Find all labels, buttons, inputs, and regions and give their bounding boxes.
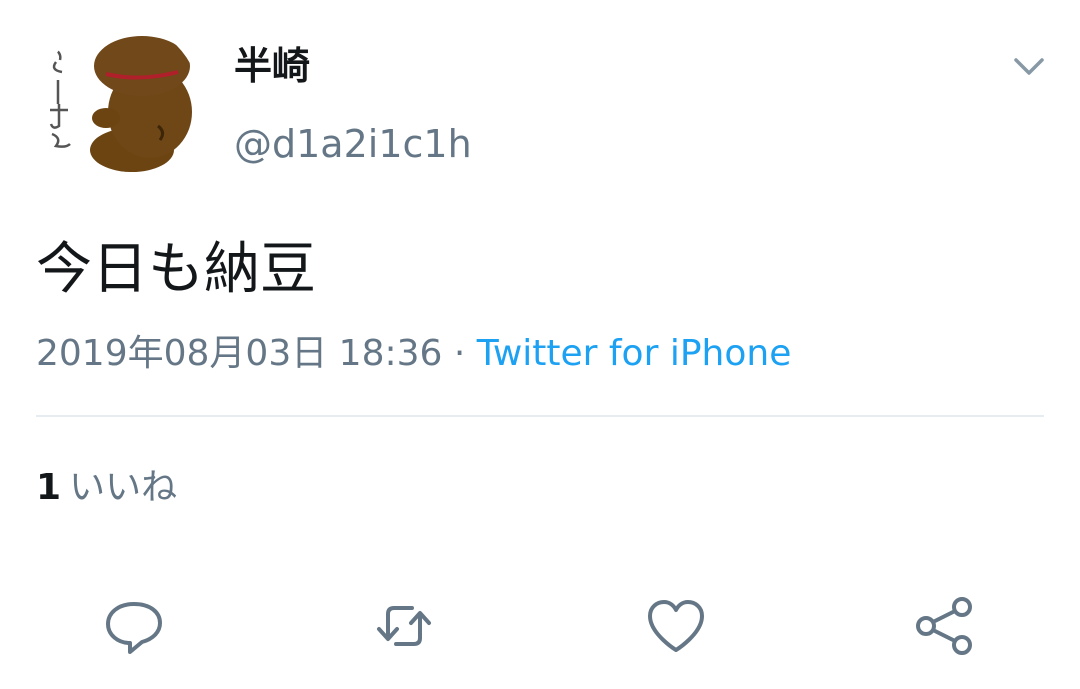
heart-icon[interactable] (642, 592, 710, 660)
share-icon[interactable] (910, 592, 978, 660)
divider (36, 415, 1044, 417)
tweet-detail: 半崎 @d1a2i1c1h 今日も納豆 2019年08月03日 18:36 · … (0, 0, 1080, 689)
chevron-down-icon[interactable] (1006, 48, 1052, 84)
reply-icon[interactable] (100, 592, 168, 660)
tweet-source-link[interactable]: Twitter for iPhone (477, 333, 792, 374)
tweet-timestamp[interactable]: 2019年08月03日 18:36 (36, 333, 442, 374)
author-handle[interactable]: @d1a2i1c1h (234, 118, 472, 170)
retweet-icon[interactable] (370, 592, 438, 660)
avatar[interactable] (40, 22, 200, 182)
likes-label: いいね (69, 467, 178, 508)
avatar-illustration (49, 36, 192, 172)
meta-separator: · (442, 333, 477, 374)
tweet-meta: 2019年08月03日 18:36 · Twitter for iPhone (36, 328, 791, 380)
tweet-text: 今日も納豆 (36, 237, 316, 302)
author-display-name[interactable]: 半崎 (234, 40, 310, 92)
likes-count: 1 (36, 467, 62, 508)
likes-stat[interactable]: 1 いいね (36, 462, 177, 514)
